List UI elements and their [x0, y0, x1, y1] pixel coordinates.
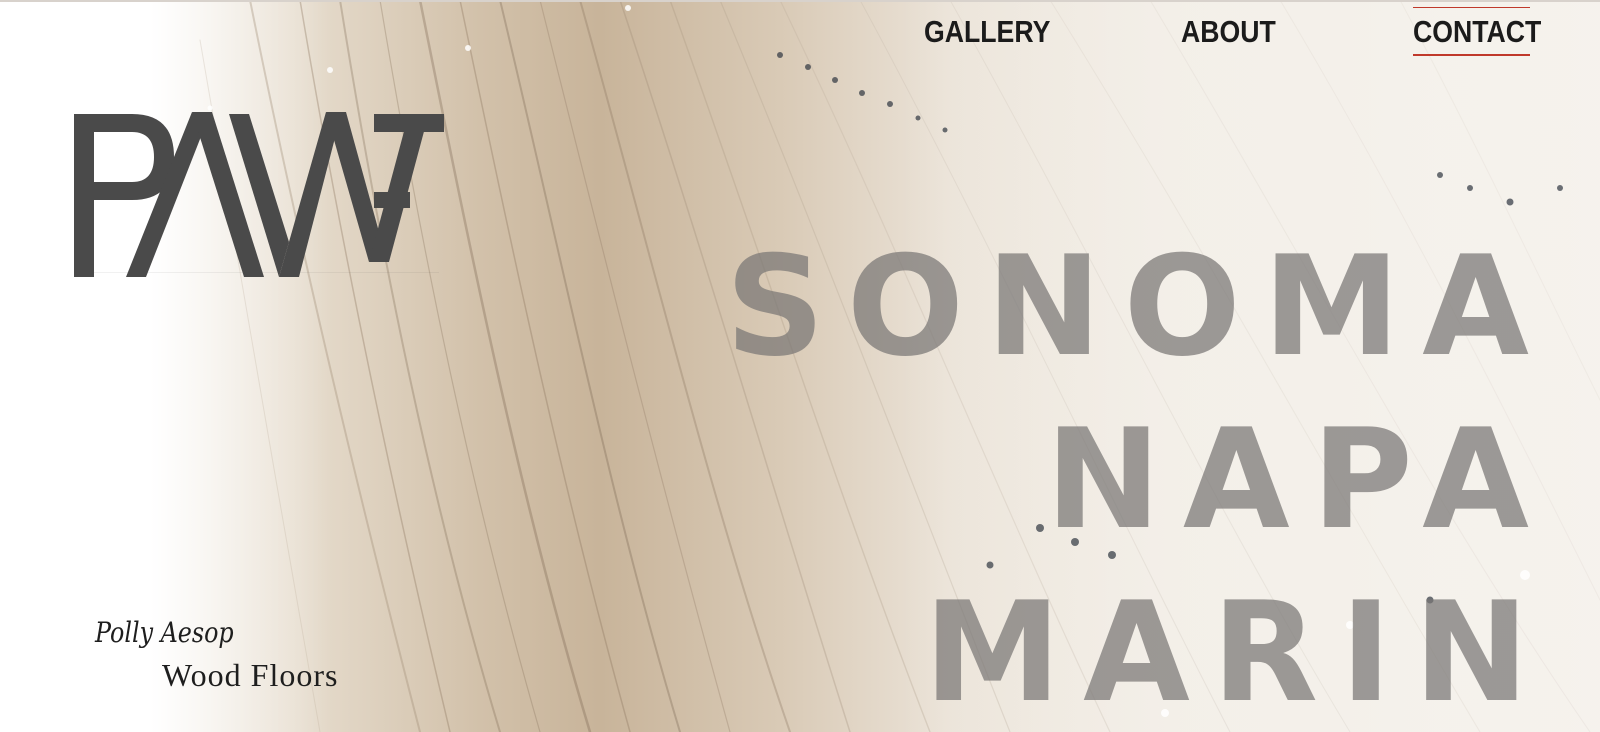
nav-contact-active-underline	[1413, 54, 1530, 56]
region-marin: MARIN	[923, 572, 1551, 732]
page: GALLERY ABOUT CONTACT SONOMA NAPA MARIN …	[0, 0, 1600, 732]
pawf-logo[interactable]	[74, 112, 444, 282]
nav-gallery-link[interactable]: GALLERY	[924, 14, 1050, 50]
top-rule	[0, 0, 1600, 2]
nav-contact-link[interactable]: CONTACT	[1413, 14, 1541, 50]
brand-tagline: Wood Floors	[162, 657, 339, 693]
nav-about-link[interactable]: ABOUT	[1181, 14, 1276, 50]
main-nav: GALLERY ABOUT CONTACT	[0, 6, 1600, 58]
pawf-logo-mark	[74, 112, 444, 277]
brand-name-script: Polly Aesop	[95, 616, 234, 649]
nav-contact-active-underline-top	[1413, 7, 1530, 8]
region-napa: NAPA	[1045, 399, 1551, 560]
region-sonoma: SONOMA	[725, 226, 1551, 387]
